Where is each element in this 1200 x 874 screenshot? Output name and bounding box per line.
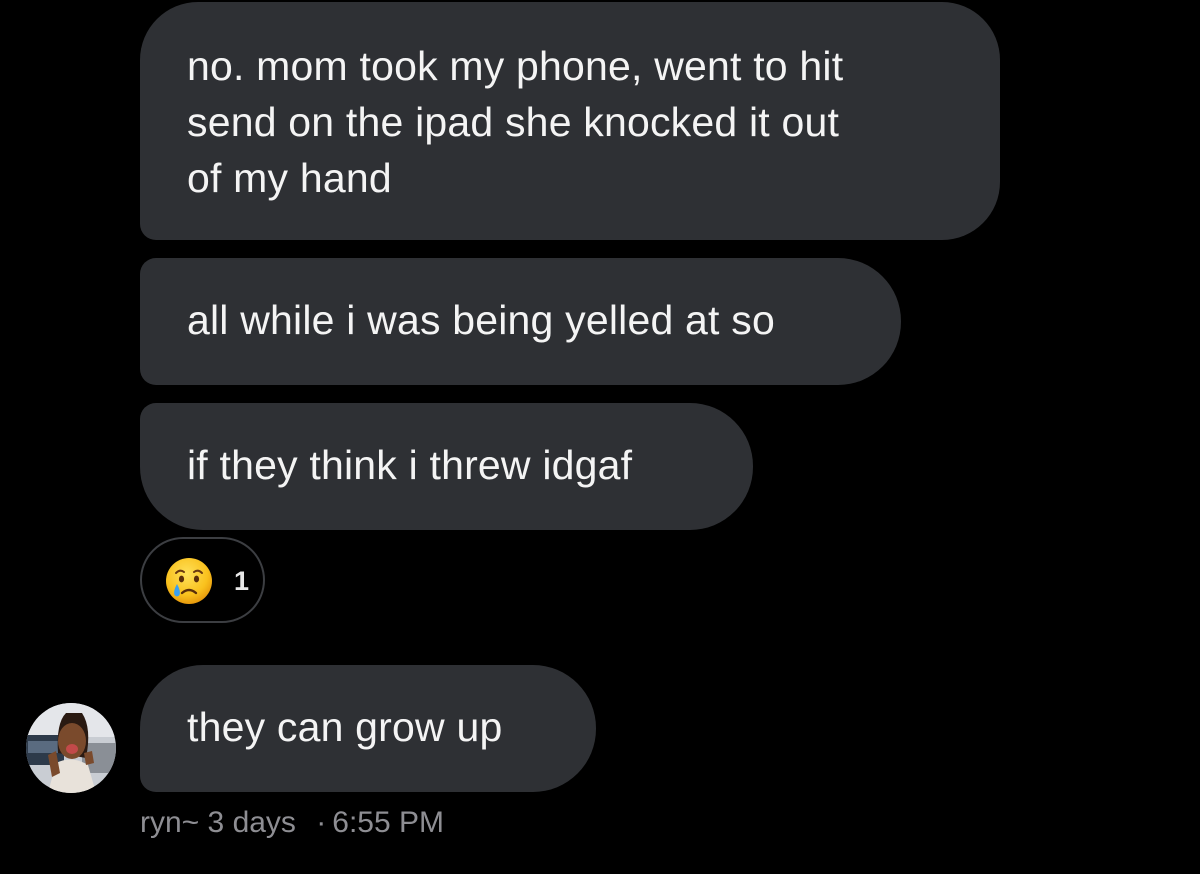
message-text: they can grow up	[187, 704, 503, 750]
message-line: no. mom took my phone, went to hit	[187, 43, 844, 89]
message-meta: ryn~ 3 days · 6:55 PM	[140, 804, 444, 842]
message-text: if they think i threw idgaf	[187, 442, 633, 488]
message-line: send on the ipad she knocked it out	[187, 99, 840, 145]
message-line: of my hand	[187, 155, 392, 201]
message-text: all while i was being yelled at so	[187, 297, 775, 343]
crying-face-icon	[166, 558, 212, 604]
reaction-pill[interactable]: 1	[140, 537, 265, 623]
avatar[interactable]	[26, 703, 116, 793]
relative-time: 3 days	[207, 806, 296, 839]
timestamp: 6:55 PM	[332, 806, 445, 839]
profile-photo	[26, 703, 116, 793]
message-bubble[interactable]: all while i was being yelled at so	[140, 258, 901, 385]
message-bubble[interactable]: if they think i threw idgaf	[140, 403, 753, 530]
message-bubble[interactable]: no. mom took my phone, went to hit send …	[140, 2, 1000, 240]
message-bubble[interactable]: they can grow up	[140, 665, 596, 792]
reaction-count: 1	[234, 566, 250, 596]
meta-separator: ·	[316, 806, 327, 839]
sender-name[interactable]: ryn~	[140, 806, 199, 839]
